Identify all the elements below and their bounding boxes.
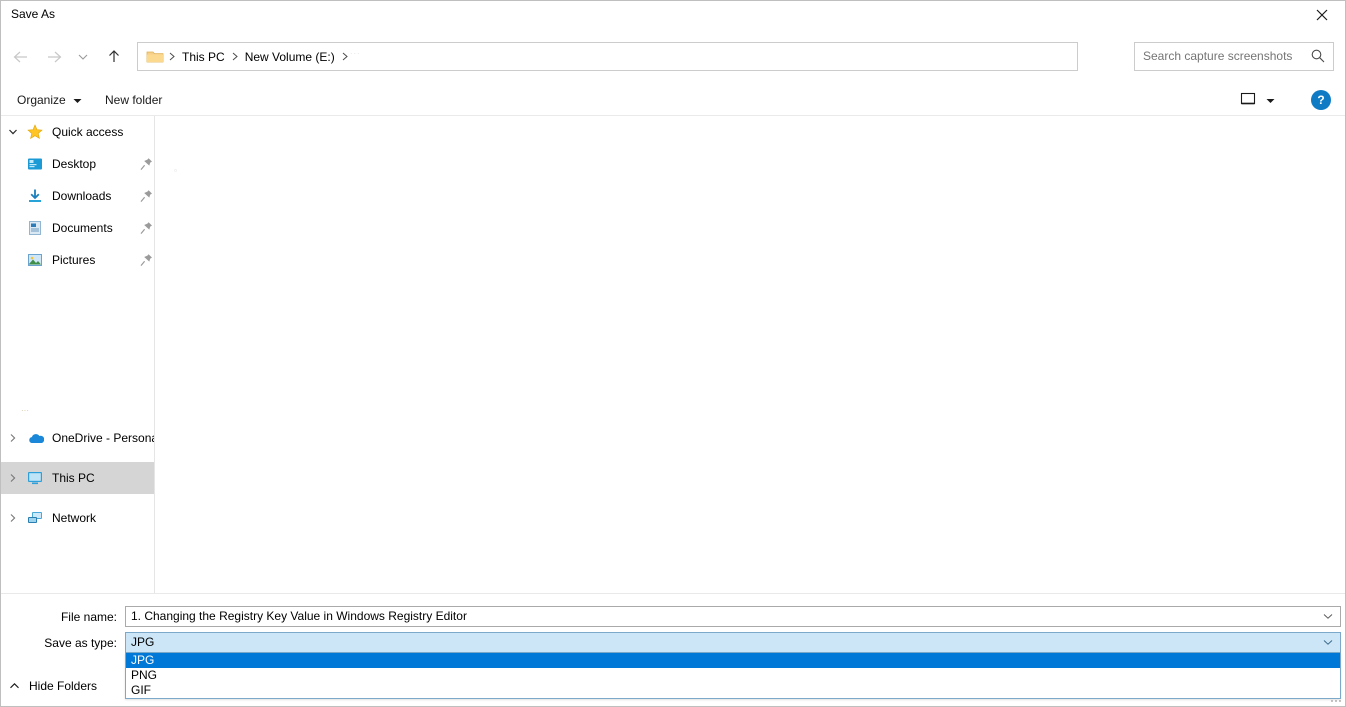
file-list-artifact: ▫ — [174, 166, 177, 175]
search-input[interactable] — [1143, 43, 1303, 70]
chevron-right-icon[interactable] — [1, 433, 25, 443]
save-as-dialog: Save As . — [0, 0, 1346, 707]
chevron-right-icon[interactable] — [1, 513, 25, 523]
view-options-button[interactable] — [1234, 85, 1281, 115]
forward-button[interactable] — [41, 43, 69, 71]
breadcrumb-item-this-pc[interactable]: This PC — [178, 50, 229, 64]
sidebar-item-label: Desktop — [52, 157, 96, 171]
sidebar-item-documents[interactable]: Documents — [1, 212, 154, 244]
folder-icon — [146, 49, 164, 64]
search-icon — [1310, 48, 1326, 64]
file-name-field[interactable]: 1. Changing the Registry Key Value in Wi… — [125, 606, 1341, 627]
chevron-down-icon[interactable] — [1320, 607, 1336, 626]
breadcrumb-item-new-volume[interactable]: New Volume (E:) — [241, 50, 339, 64]
search-box[interactable] — [1134, 42, 1334, 71]
organize-label: Organize — [17, 93, 66, 107]
sidebar-item-network[interactable]: Network — [1, 502, 154, 534]
breadcrumb: This PC New Volume (E:) — [146, 43, 351, 70]
chevron-down-icon[interactable] — [1320, 633, 1336, 652]
breadcrumb-separator — [339, 52, 351, 61]
save-as-type-value: JPG — [131, 633, 154, 652]
breadcrumb-separator — [166, 52, 178, 61]
sidebar-item-label: Network — [52, 511, 96, 525]
pictures-icon — [25, 252, 45, 268]
new-folder-button[interactable]: New folder — [97, 85, 170, 115]
up-arrow-icon — [106, 49, 122, 65]
dropdown-option-gif[interactable]: GIF — [126, 683, 1340, 698]
pin-icon[interactable] — [140, 157, 153, 171]
forward-arrow-icon — [46, 49, 64, 65]
pin-icon[interactable] — [140, 189, 153, 203]
pin-icon[interactable] — [140, 221, 153, 235]
file-name-label: File name: — [9, 610, 117, 624]
back-arrow-icon — [11, 49, 29, 65]
address-bar[interactable]: ... This PC — [137, 42, 1078, 71]
chevron-down-icon[interactable] — [1, 128, 25, 136]
save-as-type-dropdown-list[interactable]: JPG PNG GIF — [125, 653, 1341, 699]
address-ghost-text: ... — [350, 46, 361, 56]
sidebar-item-label: OneDrive - Personal — [52, 431, 155, 445]
sidebar-item-label: This PC — [52, 471, 95, 485]
sidebar-group-quick-access[interactable]: Quick access — [1, 116, 154, 148]
help-label: ? — [1317, 93, 1324, 107]
navigation-pane: Quick access Desktop — [1, 116, 155, 596]
sidebar-item-label: Documents — [52, 221, 113, 235]
network-icon — [25, 511, 45, 525]
breadcrumb-separator — [229, 52, 241, 61]
sidebar-item-this-pc[interactable]: This PC — [1, 462, 154, 494]
file-list[interactable]: ▫ — [156, 116, 1344, 596]
close-icon — [1316, 9, 1328, 21]
thispc-icon — [25, 471, 45, 485]
save-as-type-label: Save as type: — [9, 636, 117, 650]
help-button[interactable]: ? — [1311, 90, 1331, 110]
sidebar-item-label: Pictures — [52, 253, 95, 267]
sidebar-item-onedrive[interactable]: OneDrive - Personal — [1, 422, 154, 454]
desktop-icon — [25, 156, 45, 172]
chevron-down-icon — [1266, 93, 1275, 107]
up-button[interactable] — [100, 43, 128, 71]
onedrive-icon — [25, 432, 45, 445]
organize-button[interactable]: Organize — [9, 85, 90, 115]
file-name-value: 1. Changing the Registry Key Value in Wi… — [131, 607, 467, 626]
documents-icon — [25, 220, 45, 236]
hide-folders-label: Hide Folders — [29, 679, 97, 693]
view-layout-icon — [1240, 92, 1256, 109]
close-button[interactable] — [1299, 1, 1345, 29]
window-title: Save As — [11, 7, 55, 21]
chevron-right-icon — [231, 52, 239, 61]
new-folder-label: New folder — [105, 93, 162, 107]
sidebar-group-label: Quick access — [52, 125, 123, 139]
navigation-bar: ... This PC — [1, 29, 1345, 85]
chevron-right-icon[interactable] — [1, 473, 25, 483]
chevron-right-icon — [341, 52, 349, 61]
sidebar-item-desktop[interactable]: Desktop — [1, 148, 154, 180]
chevron-up-icon — [9, 679, 20, 693]
sidebar-item-downloads[interactable]: Downloads — [1, 180, 154, 212]
star-icon — [25, 124, 45, 140]
dropdown-option-jpg[interactable]: JPG — [126, 653, 1340, 668]
save-as-type-combo[interactable]: JPG — [125, 632, 1341, 653]
downloads-icon — [25, 188, 45, 204]
chevron-right-icon — [168, 52, 176, 61]
sidebar-item-label: Downloads — [52, 189, 111, 203]
hide-folders-button[interactable]: Hide Folders — [9, 679, 97, 693]
title-bar: Save As — [1, 1, 1345, 29]
chevron-down-icon — [77, 52, 89, 62]
pin-icon[interactable] — [140, 253, 153, 267]
dropdown-option-png[interactable]: PNG — [126, 668, 1340, 683]
recent-locations-button[interactable] — [71, 43, 95, 71]
tree-render-artifact: ⋯ — [21, 406, 30, 415]
chevron-down-icon — [73, 93, 82, 107]
back-button[interactable] — [6, 43, 34, 71]
command-bar: Organize New folder — [1, 85, 1345, 116]
sidebar-item-pictures[interactable]: Pictures — [1, 244, 154, 276]
